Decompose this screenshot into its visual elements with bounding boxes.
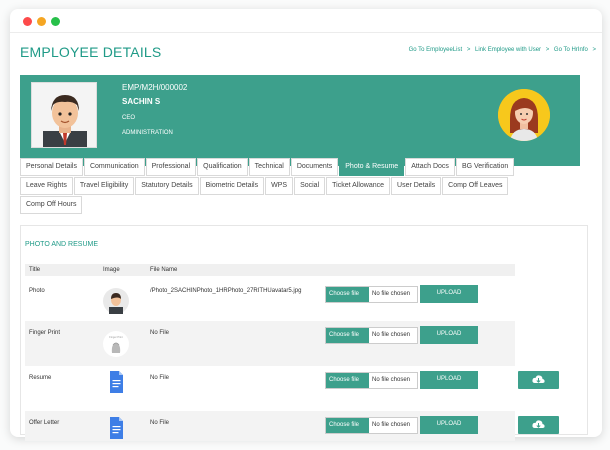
choose-file-button[interactable]: Choose file	[326, 418, 369, 433]
choose-file-button[interactable]: Choose file	[326, 287, 369, 302]
choose-file-button[interactable]: Choose file	[326, 373, 369, 388]
tab-attach-docs[interactable]: Attach Docs	[405, 158, 455, 176]
file-input[interactable]: Choose file No file chosen	[325, 286, 418, 303]
photo-resume-panel: PHOTO AND RESUME Title Image File Name P…	[20, 225, 588, 441]
tab-qualification[interactable]: Qualification	[197, 158, 248, 176]
tab-social[interactable]: Social	[294, 177, 326, 195]
col-title: Title	[29, 267, 41, 273]
no-file-text: No file chosen	[372, 332, 411, 338]
panel-title: PHOTO AND RESUME	[25, 241, 98, 248]
table-row: Photo /Photo_2SACHINPhoto_1HRPhoto_27RIT…	[25, 276, 515, 321]
minimize-window-button[interactable]	[37, 17, 46, 26]
link-hrinfo[interactable]: Go To HrInfo	[554, 47, 588, 53]
separator: >	[545, 47, 550, 53]
tab-comp-off-hours[interactable]: Comp Off Hours	[20, 196, 83, 214]
no-file-text: No file chosen	[372, 291, 411, 297]
tab-row-3: Comp Off Hours	[20, 196, 580, 215]
separator: >	[466, 47, 471, 53]
avatar-thumbnail	[103, 288, 129, 314]
row-file-name: No File	[150, 420, 170, 426]
col-image: Image	[103, 267, 120, 273]
user-avatar[interactable]	[498, 89, 550, 141]
download-button[interactable]	[518, 416, 559, 434]
tab-documents[interactable]: Documents	[290, 158, 339, 176]
employee-name: SACHIN S	[122, 97, 161, 106]
employee-photo	[31, 82, 97, 148]
close-window-button[interactable]	[23, 17, 32, 26]
no-file-text: No file chosen	[372, 377, 411, 383]
title-bar	[10, 9, 602, 33]
tab-technical[interactable]: Technical	[248, 158, 290, 176]
maximize-window-button[interactable]	[51, 17, 60, 26]
table-header: Title Image File Name	[25, 264, 515, 276]
download-button[interactable]	[518, 371, 559, 389]
employee-code: EMP/M2H/000002	[122, 83, 188, 92]
top-links: Go To EmployeeList > Link Employee with …	[406, 47, 596, 53]
document-icon	[103, 369, 129, 395]
page-title: EMPLOYEE DETAILS	[20, 44, 162, 60]
col-file-name: File Name	[150, 267, 178, 273]
row-file-name: No File	[150, 330, 170, 336]
upload-button[interactable]: UPLOAD	[420, 416, 478, 434]
profile-banner: EMP/M2H/000002 SACHIN S CEO ADMINISTRATI…	[20, 75, 580, 166]
tab-professional[interactable]: Professional	[145, 158, 197, 176]
upload-button[interactable]: UPLOAD	[420, 326, 478, 344]
table-row: Finger Print Finger Print No File Choose…	[25, 321, 515, 366]
row-title: Finger Print	[29, 330, 61, 336]
document-icon	[103, 415, 129, 441]
tab-biometric-details[interactable]: Biometric Details	[199, 177, 265, 195]
table-row: Offer Letter No File Choose file No file…	[25, 411, 559, 441]
employee-department: ADMINISTRATION	[122, 130, 173, 136]
no-file-text: No file chosen	[372, 422, 411, 428]
file-input[interactable]: Choose file No file chosen	[325, 417, 418, 434]
tab-user-details[interactable]: User Details	[391, 177, 442, 195]
tab-personal-details[interactable]: Personal Details	[20, 158, 83, 176]
tab-leave-rights[interactable]: Leave Rights	[20, 177, 73, 195]
tab-bg-verification[interactable]: BG Verification	[455, 158, 515, 176]
file-input[interactable]: Choose file No file chosen	[325, 372, 418, 389]
row-title: Photo	[29, 288, 45, 294]
employee-info: EMP/M2H/000002 SACHIN S CEO ADMINISTRATI…	[122, 83, 187, 136]
tab-row-2: Leave Rights Travel Eligibility Statutor…	[20, 177, 580, 196]
tab-statutory-details[interactable]: Statutory Details	[135, 177, 199, 195]
thumb-caption: Finger Print	[109, 335, 123, 339]
file-input[interactable]: Choose file No file chosen	[325, 327, 418, 344]
files-table: Title Image File Name Photo /Photo_2SACH…	[25, 264, 559, 441]
tab-photo-resume[interactable]: Photo & Resume	[339, 158, 405, 176]
row-title: Resume	[29, 375, 52, 381]
cloud-download-icon	[532, 375, 545, 383]
tab-row-1: Personal Details Communication Professio…	[20, 158, 580, 177]
tab-communication[interactable]: Communication	[83, 158, 145, 176]
upload-button[interactable]: UPLOAD	[420, 371, 478, 389]
fingerprint-icon: Finger Print	[103, 331, 129, 357]
tab-wps[interactable]: WPS	[265, 177, 294, 195]
tab-travel-eligibility[interactable]: Travel Eligibility	[73, 177, 135, 195]
table-row: Resume No File Choose file No file chose…	[25, 366, 559, 411]
tab-ticket-allowance[interactable]: Ticket Allowance	[326, 177, 391, 195]
row-title: Offer Letter	[29, 420, 60, 426]
link-employee-list[interactable]: Go To EmployeeList	[409, 47, 463, 53]
employee-role: CEO	[122, 115, 136, 121]
tabs: Personal Details Communication Professio…	[20, 158, 580, 215]
tab-comp-off-leaves[interactable]: Comp Off Leaves	[442, 177, 509, 195]
upload-button[interactable]: UPLOAD	[420, 285, 478, 303]
link-employee-user[interactable]: Link Employee with User	[475, 47, 541, 53]
row-file-name: No File	[150, 375, 170, 381]
separator: >	[592, 47, 596, 53]
cloud-download-icon	[532, 420, 545, 428]
choose-file-button[interactable]: Choose file	[326, 328, 369, 343]
row-file-name: /Photo_2SACHINPhoto_1HRPhoto_27RITHUavat…	[150, 288, 302, 294]
